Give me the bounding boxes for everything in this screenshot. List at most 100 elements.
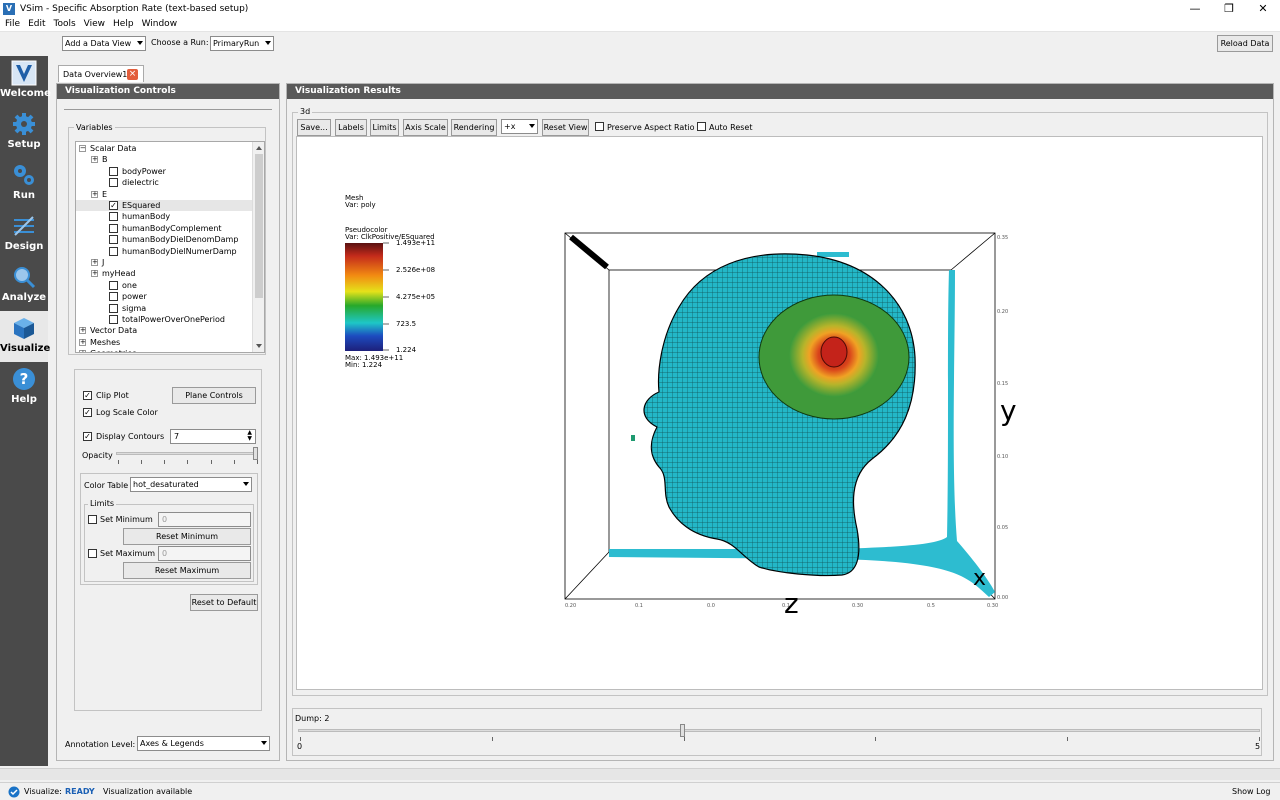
nav-welcome[interactable]: Welcome: [0, 56, 51, 107]
nav-analyze[interactable]: Analyze: [0, 260, 48, 311]
menu-help[interactable]: Help: [113, 19, 134, 29]
reset-view-button[interactable]: Reset View: [542, 119, 589, 136]
minimum-field[interactable]: 0: [158, 512, 251, 527]
render-view[interactable]: Mesh Var: poly Pseudocolor Var: ClkPosit…: [296, 136, 1263, 690]
expand-icon[interactable]: +: [91, 190, 98, 198]
render-canvas[interactable]: Mesh Var: poly Pseudocolor Var: ClkPosit…: [297, 137, 1262, 689]
scroll-down-icon[interactable]: [256, 344, 262, 348]
close-icon[interactable]: ×: [127, 69, 138, 80]
rendering-button[interactable]: Rendering: [451, 119, 497, 136]
reset-maximum-button[interactable]: Reset Maximum: [123, 562, 251, 579]
menu-edit[interactable]: Edit: [28, 19, 45, 29]
annotation-level-combo[interactable]: Axes & Legends: [137, 736, 270, 751]
color-table-combo[interactable]: hot_desaturated: [130, 477, 252, 492]
show-log-button[interactable]: Show Log: [1232, 787, 1270, 796]
run-combo[interactable]: PrimaryRun: [210, 36, 274, 51]
variable-checkbox[interactable]: ✓: [109, 201, 118, 210]
tree-item[interactable]: bodyPower: [76, 166, 252, 177]
variable-checkbox[interactable]: [109, 315, 118, 324]
opacity-slider[interactable]: [116, 452, 258, 455]
tree-item[interactable]: + B: [76, 154, 252, 165]
tree-item[interactable]: + Geometries: [76, 348, 252, 352]
tab-data-overview[interactable]: Data Overview1 ×: [58, 65, 144, 82]
dump-slider-handle[interactable]: [680, 724, 685, 737]
variable-checkbox[interactable]: [109, 303, 118, 313]
maximize-button[interactable]: ❐: [1212, 0, 1246, 17]
variable-checkbox[interactable]: [109, 223, 118, 233]
expand-icon[interactable]: +: [91, 156, 98, 164]
reload-data-button[interactable]: Reload Data: [1217, 35, 1273, 52]
contours-spinbox[interactable]: 7 ▲ ▼: [170, 429, 256, 444]
tree-item[interactable]: + myHead: [76, 268, 252, 279]
tree-item[interactable]: one: [76, 280, 252, 291]
close-window-button[interactable]: ✕: [1246, 0, 1280, 17]
tree-item[interactable]: power: [76, 291, 252, 302]
auto-reset-checkbox[interactable]: [697, 122, 706, 131]
tree-item[interactable]: humanBodyComplement: [76, 223, 252, 234]
tree-item[interactable]: + E: [76, 189, 252, 200]
expand-icon[interactable]: +: [91, 270, 98, 278]
expand-icon[interactable]: +: [79, 350, 86, 352]
axis-scale-button[interactable]: Axis Scale: [403, 119, 448, 136]
expand-icon[interactable]: +: [91, 259, 98, 266]
tree-item-label: one: [122, 280, 137, 290]
limits-button[interactable]: Limits: [370, 119, 399, 136]
view-axis-combo[interactable]: +x: [501, 119, 538, 134]
tree-item[interactable]: dielectric: [76, 177, 252, 188]
log-scale-checkbox[interactable]: ✓: [83, 408, 92, 417]
tree-item[interactable]: totalPowerOverOnePeriod: [76, 314, 252, 325]
variable-checkbox[interactable]: [109, 212, 118, 222]
clip-plot-checkbox[interactable]: ✓: [83, 391, 92, 400]
add-data-view-combo[interactable]: Add a Data View: [62, 36, 146, 51]
tree-item[interactable]: humanBodyDielDenomDamp: [76, 234, 252, 245]
nav-design[interactable]: Design: [0, 209, 48, 260]
spin-arrows-icon[interactable]: ▲ ▼: [247, 430, 252, 442]
menu-window[interactable]: Window: [142, 19, 178, 29]
variable-checkbox[interactable]: [109, 292, 118, 302]
expand-icon[interactable]: +: [79, 338, 86, 346]
variable-checkbox[interactable]: [109, 280, 118, 290]
tree-item[interactable]: humanBody: [76, 211, 252, 222]
nav-help[interactable]: ? Help: [0, 362, 48, 413]
tree-item[interactable]: − Scalar Data: [76, 143, 252, 154]
variable-checkbox[interactable]: [109, 178, 118, 188]
menu-tools[interactable]: Tools: [54, 19, 76, 29]
scroll-thumb[interactable]: [255, 154, 263, 298]
tree-item[interactable]: sigma: [76, 303, 252, 314]
menu-view[interactable]: View: [84, 19, 105, 29]
chevron-down-icon: [265, 41, 271, 45]
dump-slider[interactable]: [298, 729, 1260, 732]
expand-icon[interactable]: +: [79, 327, 86, 335]
tree-scrollbar[interactable]: [252, 142, 264, 352]
scroll-up-icon[interactable]: [256, 146, 262, 150]
reset-minimum-button[interactable]: Reset Minimum: [123, 528, 251, 545]
menu-file[interactable]: File: [5, 19, 20, 29]
labels-button[interactable]: Labels: [335, 119, 367, 136]
set-minimum-checkbox[interactable]: [88, 515, 97, 524]
reset-to-default-button[interactable]: Reset to Default: [190, 594, 258, 611]
tree-item[interactable]: + Vector Data: [76, 325, 252, 336]
tree-item[interactable]: + J: [76, 257, 252, 268]
save-button[interactable]: Save...: [297, 119, 331, 136]
display-contours-checkbox[interactable]: ✓: [83, 432, 92, 441]
tree-item[interactable]: ✓ ESquared: [76, 200, 252, 211]
preserve-aspect-checkbox[interactable]: [595, 122, 604, 131]
dump-max-label: 5: [1255, 742, 1261, 751]
nav-setup[interactable]: Setup: [0, 107, 48, 158]
variable-checkbox[interactable]: [109, 166, 118, 176]
svg-text:0.35: 0.35: [997, 235, 1008, 241]
maximum-field[interactable]: 0: [158, 546, 251, 561]
minimize-button[interactable]: —: [1178, 0, 1212, 17]
collapse-icon[interactable]: −: [79, 145, 86, 152]
nav-run[interactable]: Run: [0, 158, 48, 209]
tree-item[interactable]: humanBodyDielNumerDamp: [76, 246, 252, 257]
variable-checkbox[interactable]: [109, 246, 118, 256]
nav-visualize[interactable]: Visualize: [0, 311, 50, 362]
horizontal-scrollbar[interactable]: [0, 768, 1280, 780]
variable-checkbox[interactable]: [109, 235, 118, 245]
tree-item[interactable]: + Meshes: [76, 337, 252, 348]
variables-tree[interactable]: − Scalar Data + BbodyPower dielectric + E ✓ ESqu…: [75, 141, 265, 353]
plane-controls-button[interactable]: Plane Controls: [172, 387, 256, 404]
set-maximum-checkbox[interactable]: [88, 549, 97, 558]
opacity-slider-handle[interactable]: [253, 447, 258, 460]
